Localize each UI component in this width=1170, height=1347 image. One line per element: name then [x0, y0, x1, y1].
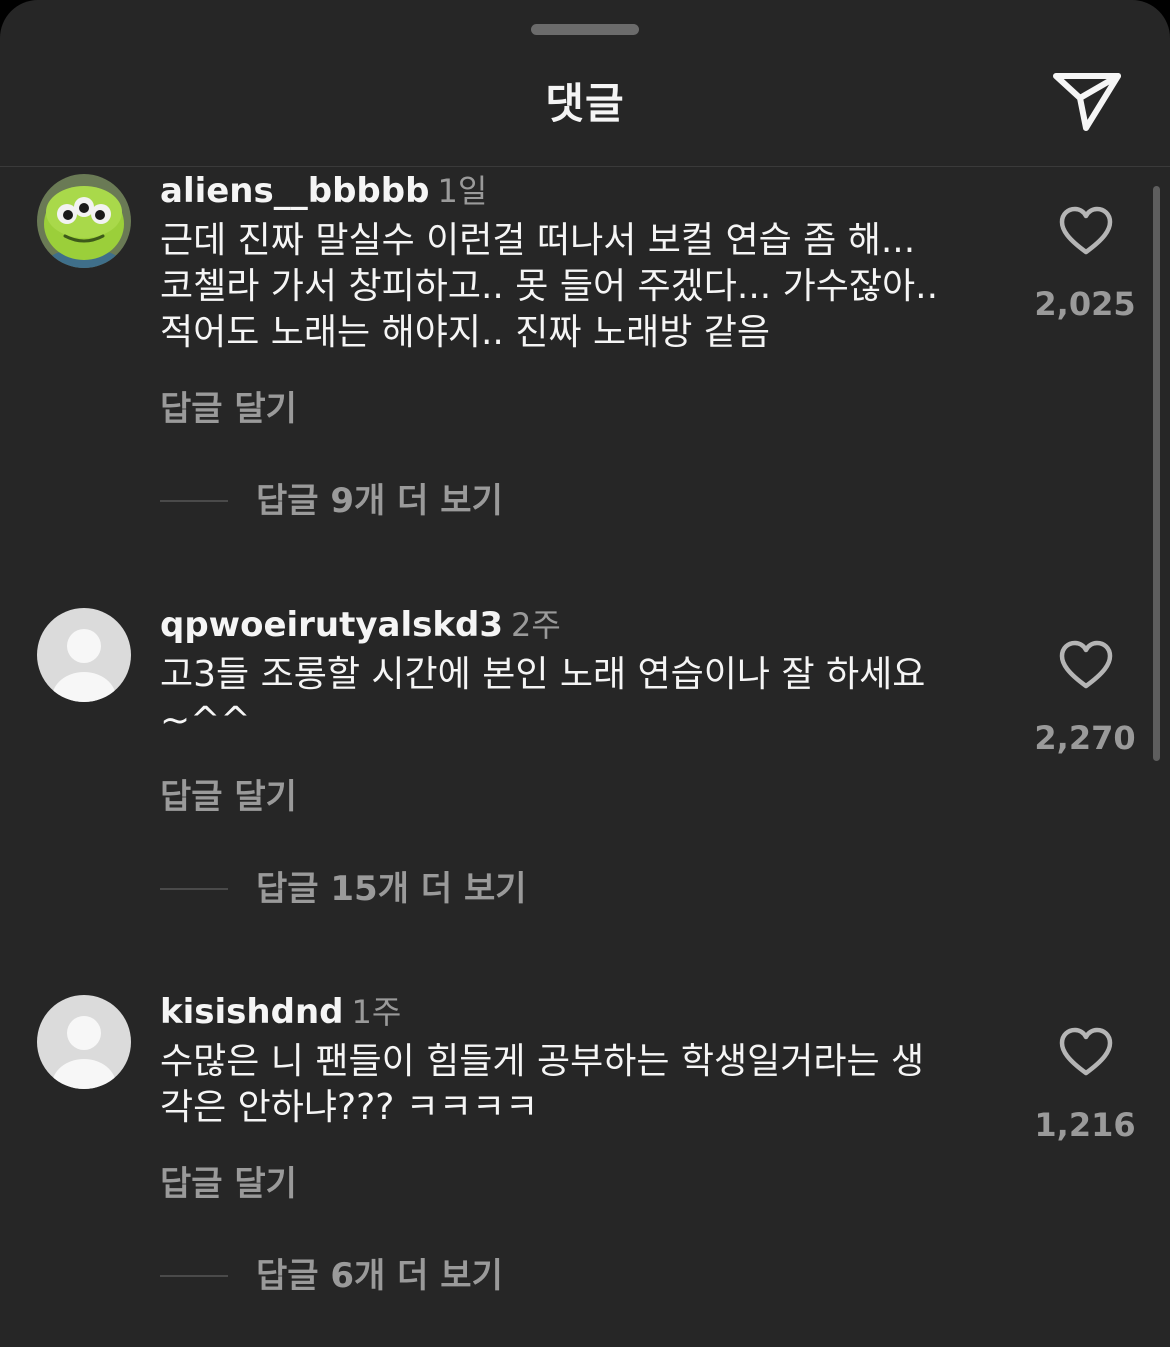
- username[interactable]: aliens__bbbbb: [160, 171, 429, 211]
- username[interactable]: kisishdnd: [160, 992, 343, 1032]
- reply-button[interactable]: 답글 달기: [160, 774, 297, 820]
- replies-divider: [160, 888, 228, 890]
- avatar[interactable]: [37, 995, 131, 1089]
- comment-text: 근데 진짜 말실수 이런걸 떠나서 보컬 연습 좀 해... 코첼라 가서 창피…: [160, 220, 939, 353]
- reply-button[interactable]: 답글 달기: [160, 386, 297, 432]
- like-count: 1,216: [1034, 1106, 1136, 1144]
- share-button[interactable]: [1050, 66, 1124, 136]
- like-button[interactable]: [1058, 206, 1114, 258]
- comment-text: 수많은 니 팬들이 힘들게 공부하는 학생일거라는 생 각은 안하냐??? ㅋㅋ…: [160, 1041, 925, 1128]
- like-count: 2,025: [1034, 285, 1136, 323]
- comment-item: qpwoeirutyalskd3 2주 고3들 조롱할 시간에 본인 노래 연습이…: [0, 602, 1170, 982]
- alien-avatar-icon: [37, 174, 131, 268]
- username[interactable]: qpwoeirutyalskd3: [160, 605, 503, 645]
- avatar[interactable]: [37, 608, 131, 702]
- view-replies-button[interactable]: 답글 15개 더 보기: [160, 866, 527, 912]
- heart-icon: [1059, 640, 1113, 689]
- view-replies-label: 답글 9개 더 보기: [256, 481, 503, 521]
- comment-item: kisishdnd 1주 수많은 니 팬들이 힘들게 공부하는 학생일거라는 생 …: [0, 989, 1170, 1347]
- heart-icon: [1059, 1027, 1113, 1076]
- sheet-grabber[interactable]: [531, 24, 639, 35]
- avatar[interactable]: [37, 174, 131, 268]
- view-replies-label: 답글 15개 더 보기: [256, 869, 527, 909]
- view-replies-button[interactable]: 답글 6개 더 보기: [160, 1253, 503, 1299]
- heart-icon: [1059, 206, 1113, 255]
- like-button[interactable]: [1058, 1027, 1114, 1079]
- comment-text: 고3들 조롱할 시간에 본인 노래 연습이나 잘 하세요 ~^^: [160, 654, 926, 741]
- default-avatar-icon: [37, 995, 131, 1089]
- comment-meta: aliens__bbbbb 1일: [160, 168, 487, 214]
- like-count: 2,270: [1034, 719, 1136, 757]
- comment-item: aliens__bbbbb 1일 근데 진짜 말실수 이런걸 떠나서 보컬 연습 …: [0, 168, 1170, 548]
- default-avatar-icon: [37, 608, 131, 702]
- timestamp: 2주: [511, 606, 561, 644]
- replies-divider: [160, 500, 228, 502]
- page-title: 댓글: [545, 79, 625, 128]
- replies-divider: [160, 1275, 228, 1277]
- comment-meta: qpwoeirutyalskd3 2주: [160, 602, 561, 648]
- comment-meta: kisishdnd 1주: [160, 989, 401, 1035]
- view-replies-label: 답글 6개 더 보기: [256, 1256, 503, 1296]
- comments-sheet: 댓글 aliens__bbbbb 1일 근데 진짜 말실수 이런걸 떠나서 보컬…: [0, 0, 1170, 1347]
- timestamp: 1일: [437, 172, 488, 210]
- reply-button[interactable]: 답글 달기: [160, 1161, 297, 1207]
- paper-plane-icon: [1053, 73, 1121, 131]
- view-replies-button[interactable]: 답글 9개 더 보기: [160, 478, 503, 524]
- timestamp: 1주: [351, 993, 402, 1031]
- header-divider: [0, 166, 1170, 167]
- like-button[interactable]: [1058, 640, 1114, 692]
